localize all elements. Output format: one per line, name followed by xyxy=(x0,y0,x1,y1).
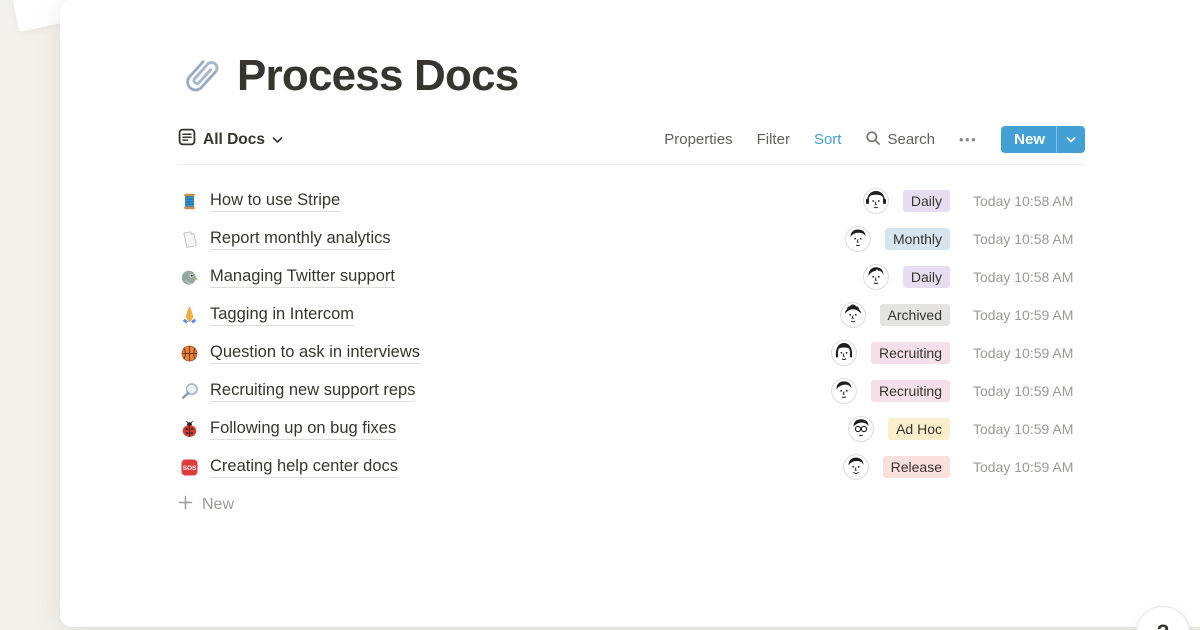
doc-title: Question to ask in interviews xyxy=(210,343,420,364)
new-button[interactable]: New xyxy=(1001,126,1056,153)
doc-title: How to use Stripe xyxy=(210,191,340,212)
doc-row[interactable]: Question to ask in interviews Recruiting… xyxy=(178,334,1085,372)
status-tag: Daily xyxy=(903,190,950,212)
avatar-man-smile xyxy=(843,454,869,480)
filter-button[interactable]: Filter xyxy=(757,131,790,148)
avatar-man-side-part xyxy=(863,264,889,290)
doc-title: Report monthly analytics xyxy=(210,229,391,250)
timestamp: Today 10:59 AM xyxy=(973,459,1085,475)
sort-button[interactable]: Sort xyxy=(814,131,842,148)
avatar-man-short-hair xyxy=(845,226,871,252)
status-tag: Daily xyxy=(903,266,950,288)
toolbar-actions: Properties Filter Sort Search ••• New xyxy=(664,126,1085,153)
svg-text:SOS: SOS xyxy=(183,465,197,472)
doc-title: Creating help center docs xyxy=(210,457,398,478)
avatar-man-glasses xyxy=(848,416,874,442)
status-tag: Monthly xyxy=(885,228,950,250)
doc-row[interactable]: Managing Twitter support Daily Today 10:… xyxy=(178,258,1085,296)
new-row-button[interactable]: New xyxy=(178,486,1085,524)
search-label: Search xyxy=(887,131,935,148)
doc-row[interactable]: Recruiting new support reps Recruiting T… xyxy=(178,372,1085,410)
doc-row[interactable]: SOS Creating help center docs Release To… xyxy=(178,448,1085,486)
status-tag: Ad Hoc xyxy=(888,418,950,440)
more-options-button[interactable]: ••• xyxy=(959,132,977,147)
avatar-woman-bob xyxy=(831,340,857,366)
avatar-man-curly xyxy=(840,302,866,328)
doc-row[interactable]: Following up on bug fixes Ad Hoc Today 1… xyxy=(178,410,1085,448)
new-button-caret[interactable] xyxy=(1057,126,1085,153)
lady-beetle-icon xyxy=(178,418,201,441)
status-tag: Release xyxy=(883,456,950,478)
chevron-down-icon xyxy=(272,131,283,149)
new-button-group: New xyxy=(1001,126,1085,153)
avatar-woman-headphones xyxy=(863,188,889,214)
sos-icon: SOS xyxy=(178,456,201,479)
thread-spool-icon xyxy=(178,190,201,213)
list-view-icon xyxy=(178,128,196,151)
view-switcher-all-docs[interactable]: All Docs xyxy=(178,128,283,151)
avatar-man-young xyxy=(831,378,857,404)
doc-row[interactable]: How to use Stripe Daily Today 1 xyxy=(178,182,1085,220)
magnifying-glass-icon xyxy=(178,380,201,403)
folded-hands-icon xyxy=(178,304,201,327)
timestamp: Today 10:58 AM xyxy=(973,193,1085,209)
new-row-label: New xyxy=(202,496,234,514)
search-button[interactable]: Search xyxy=(865,130,935,150)
doc-title: Managing Twitter support xyxy=(210,267,395,288)
timestamp: Today 10:58 AM xyxy=(973,231,1085,247)
view-switcher-label: All Docs xyxy=(203,131,265,149)
docs-table: How to use Stripe Daily Today 1 xyxy=(178,182,1085,524)
doc-title: Recruiting new support reps xyxy=(210,381,415,402)
page-curl-icon xyxy=(178,228,201,251)
properties-button[interactable]: Properties xyxy=(664,131,732,148)
status-tag: Recruiting xyxy=(871,380,950,402)
help-label: ? xyxy=(1157,621,1170,630)
notion-page-card: Process Docs All Docs xyxy=(60,0,1200,627)
search-icon xyxy=(865,130,881,150)
bird-icon xyxy=(178,266,201,289)
toolbar: All Docs Properties Filter Sort xyxy=(178,126,1085,165)
timestamp: Today 10:59 AM xyxy=(973,345,1085,361)
chevron-down-icon xyxy=(1066,132,1076,147)
doc-title: Tagging in Intercom xyxy=(210,305,354,326)
doc-row[interactable]: Tagging in Intercom Archived Today 10:59… xyxy=(178,296,1085,334)
timestamp: Today 10:58 AM xyxy=(973,269,1085,285)
page-header: Process Docs xyxy=(178,50,1085,102)
timestamp: Today 10:59 AM xyxy=(973,421,1085,437)
doc-title: Following up on bug fixes xyxy=(210,419,396,440)
page-title: Process Docs xyxy=(237,51,518,101)
paperclip-icon[interactable] xyxy=(178,53,224,99)
basketball-icon xyxy=(178,342,201,365)
status-tag: Archived xyxy=(880,304,950,326)
plus-icon xyxy=(178,495,193,515)
timestamp: Today 10:59 AM xyxy=(973,383,1085,399)
status-tag: Recruiting xyxy=(871,342,950,364)
timestamp: Today 10:59 AM xyxy=(973,307,1085,323)
doc-row[interactable]: Report monthly analytics Monthly Today 1… xyxy=(178,220,1085,258)
